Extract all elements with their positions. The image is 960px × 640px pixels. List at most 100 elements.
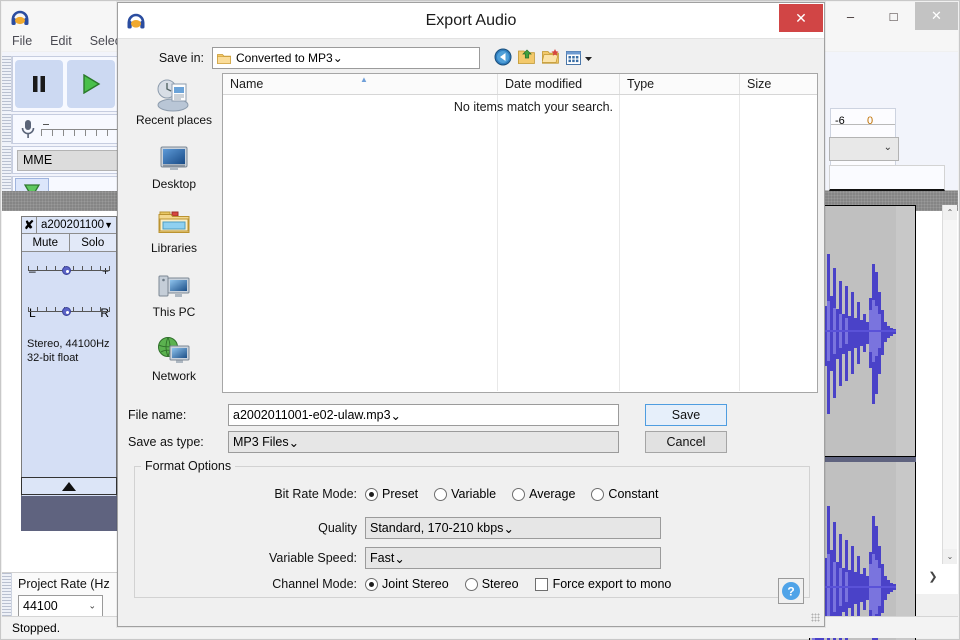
radio-bit-rate-constant[interactable]: Constant <box>591 487 658 501</box>
create-new-folder-icon[interactable] <box>542 48 560 68</box>
mute-button[interactable]: Mute <box>22 234 70 251</box>
menu-item-edit[interactable]: Edit <box>50 34 72 48</box>
file-list[interactable]: Name ▲ Date modified Type Size <box>222 73 818 393</box>
audio-host-select[interactable]: MME <box>17 150 123 171</box>
pause-button[interactable] <box>15 60 63 108</box>
chevron-down-icon[interactable]: ⌄ <box>289 435 299 450</box>
back-icon[interactable] <box>494 48 512 69</box>
close-button[interactable]: ✕ <box>915 2 958 30</box>
radio-channel-stereo[interactable]: Stereo <box>465 577 519 591</box>
dialog-close-button[interactable]: ✕ <box>779 4 823 32</box>
vertical-scrollbar[interactable]: ⌃ ⌄ <box>942 205 957 564</box>
save-as-type-row: Save as type: MP3 Files ⌄ Cancel <box>128 431 814 453</box>
window-controls: – □ ✕ <box>829 2 958 30</box>
track-info-line-1: Stereo, 44100Hz <box>27 338 111 352</box>
gain-slider-container: – + <box>22 265 116 291</box>
radio-indicator <box>434 488 447 501</box>
column-label: Size <box>747 77 771 91</box>
waveform-channel-left[interactable] <box>809 205 916 457</box>
audio-device-select-right[interactable]: ⌄ <box>829 137 899 161</box>
mute-solo-row: Mute Solo <box>22 234 116 252</box>
solo-button[interactable]: Solo <box>70 234 117 251</box>
toolbar-grip[interactable] <box>2 114 12 144</box>
waveform-left-icon <box>810 206 915 456</box>
project-rate-select[interactable]: 44100 ⌄ <box>18 595 103 617</box>
dialog-title: Export Audio <box>426 12 517 30</box>
timeline-ruler-right[interactable] <box>829 165 945 191</box>
variable-speed-select[interactable]: Fast ⌄ <box>365 547 661 569</box>
quality-select[interactable]: Standard, 170-210 kbps ⌄ <box>365 517 661 539</box>
place-libraries[interactable]: Libraries <box>128 206 220 265</box>
scroll-track[interactable] <box>943 220 957 549</box>
scroll-down-button[interactable]: ⌄ <box>943 549 957 564</box>
column-header-size[interactable]: Size <box>740 74 817 94</box>
checkbox-force-export-to-mono[interactable]: Force export to mono <box>535 577 672 591</box>
track-title-bar: ✘ a200201100 ▼ <box>22 217 116 234</box>
column-header-name[interactable]: Name ▲ <box>223 74 498 94</box>
place-recent-places[interactable]: Recent places <box>128 78 220 137</box>
track-format-info: Stereo, 44100Hz 32-bit float <box>22 334 116 370</box>
dialog-body: Save in: Converted to MP3 ⌄ <box>118 39 824 626</box>
radio-indicator <box>465 578 478 591</box>
resize-grip[interactable] <box>811 613 820 622</box>
toolbar-grip[interactable] <box>2 56 12 112</box>
radio-channel-joint-stereo[interactable]: Joint Stereo <box>365 577 449 591</box>
save-as-type-label: Save as type: <box>128 435 228 449</box>
scroll-right-button[interactable]: ❯ <box>924 568 942 584</box>
desktop-icon <box>155 142 193 176</box>
toolbar-grip[interactable] <box>2 573 12 616</box>
track-collapse-button[interactable] <box>21 477 117 495</box>
chevron-down-icon: ⌄ <box>503 521 513 536</box>
maximize-button[interactable]: □ <box>872 2 915 30</box>
up-one-level-icon[interactable] <box>518 48 536 68</box>
file-name-label: File name: <box>128 408 228 422</box>
place-desktop[interactable]: Desktop <box>128 142 220 201</box>
column-header-date-modified[interactable]: Date modified <box>498 74 620 94</box>
menu-item-file[interactable]: File <box>12 34 32 48</box>
help-icon: ? <box>781 581 801 601</box>
file-list-body[interactable]: No items match your search. <box>223 95 817 391</box>
radio-bit-rate-variable[interactable]: Variable <box>434 487 496 501</box>
track-menu-chevron-down-icon[interactable]: ▼ <box>104 220 116 230</box>
cancel-button[interactable]: Cancel <box>645 431 727 453</box>
minimize-button[interactable]: – <box>829 2 872 30</box>
place-label: Recent places <box>136 113 212 127</box>
pan-slider[interactable] <box>28 306 110 316</box>
save-button[interactable]: Save <box>645 404 727 426</box>
recording-level-meter[interactable] <box>41 121 119 137</box>
file-name-input[interactable]: a2002011001-e02-ulaw.mp3 ⌄ <box>228 404 619 426</box>
waveform-channel-right[interactable] <box>809 461 916 640</box>
place-label: Libraries <box>151 241 197 255</box>
view-menu-icon[interactable] <box>566 51 593 66</box>
place-this-pc[interactable]: This PC <box>128 270 220 329</box>
dialog-titlebar: Export Audio ✕ <box>118 3 824 39</box>
chevron-down-icon[interactable]: ⌄ <box>391 408 401 423</box>
save-in-select[interactable]: Converted to MP3 ⌄ <box>212 47 480 69</box>
help-button[interactable]: ? <box>778 578 804 604</box>
column-header-type[interactable]: Type <box>620 74 740 94</box>
project-rate-value: 44100 <box>23 599 58 613</box>
radio-label: Stereo <box>482 577 519 591</box>
gain-slider[interactable] <box>28 265 110 275</box>
toolbar-grip[interactable] <box>2 146 12 174</box>
track-panel-filler <box>21 496 117 531</box>
radio-bit-rate-average[interactable]: Average <box>512 487 575 501</box>
quality-label: Quality <box>135 521 365 535</box>
track-channel-divider <box>809 457 916 462</box>
microphone-icon <box>19 118 37 140</box>
radio-label: Joint Stereo <box>382 577 449 591</box>
place-network[interactable]: Network <box>128 334 220 393</box>
recent-places-icon <box>155 78 193 112</box>
file-list-header: Name ▲ Date modified Type Size <box>223 74 817 95</box>
close-track-button[interactable]: ✘ <box>22 217 37 234</box>
playback-meter[interactable]: -6 0 <box>830 108 896 138</box>
save-as-type-select[interactable]: MP3 Files ⌄ <box>228 431 619 453</box>
radio-bit-rate-preset[interactable]: Preset <box>365 487 418 501</box>
checkbox-label: Force export to mono <box>553 577 672 591</box>
this-pc-icon <box>155 270 193 304</box>
scroll-up-button[interactable]: ⌃ <box>943 205 957 220</box>
variable-speed-value: Fast <box>370 551 394 565</box>
play-button[interactable] <box>67 60 115 108</box>
format-options-group: Format Options Bit Rate Mode: Preset Var… <box>134 466 810 598</box>
radio-label: Constant <box>608 487 658 501</box>
